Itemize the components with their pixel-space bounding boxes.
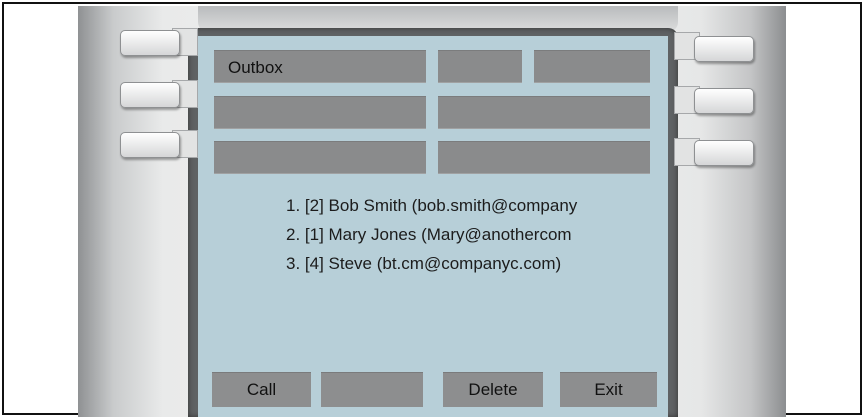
line-key-left-2[interactable] xyxy=(120,82,180,108)
delete-softkey[interactable]: Delete xyxy=(443,372,543,407)
call-softkey[interactable]: Call xyxy=(212,372,311,407)
exit-softkey[interactable]: Exit xyxy=(560,372,657,407)
outbox-title-field[interactable]: Outbox xyxy=(214,50,426,83)
recipient-item-1[interactable]: 1. [2] Bob Smith (bob.smith@company xyxy=(286,196,577,216)
recipient-item-2[interactable]: 2. [1] Mary Jones (Mary@anothercom xyxy=(286,225,572,245)
label-field-left-3[interactable] xyxy=(214,141,426,174)
line-key-right-2[interactable] xyxy=(694,88,754,114)
line-key-right-3[interactable] xyxy=(694,140,754,166)
label-field-right-2[interactable] xyxy=(438,96,650,129)
label-field-right-3[interactable] xyxy=(438,141,650,174)
blank-softkey[interactable] xyxy=(321,372,423,407)
label-field-top-right[interactable] xyxy=(534,50,650,83)
outbox-title: Outbox xyxy=(228,58,283,77)
label-field-top-mid[interactable] xyxy=(438,50,522,83)
line-key-right-1[interactable] xyxy=(694,36,754,62)
line-key-left-3[interactable] xyxy=(120,132,180,158)
line-key-left-1[interactable] xyxy=(120,30,180,56)
recipient-item-3[interactable]: 3. [4] Steve (bt.cm@companyc.com) xyxy=(286,254,561,274)
label-field-left-2[interactable] xyxy=(214,96,426,129)
